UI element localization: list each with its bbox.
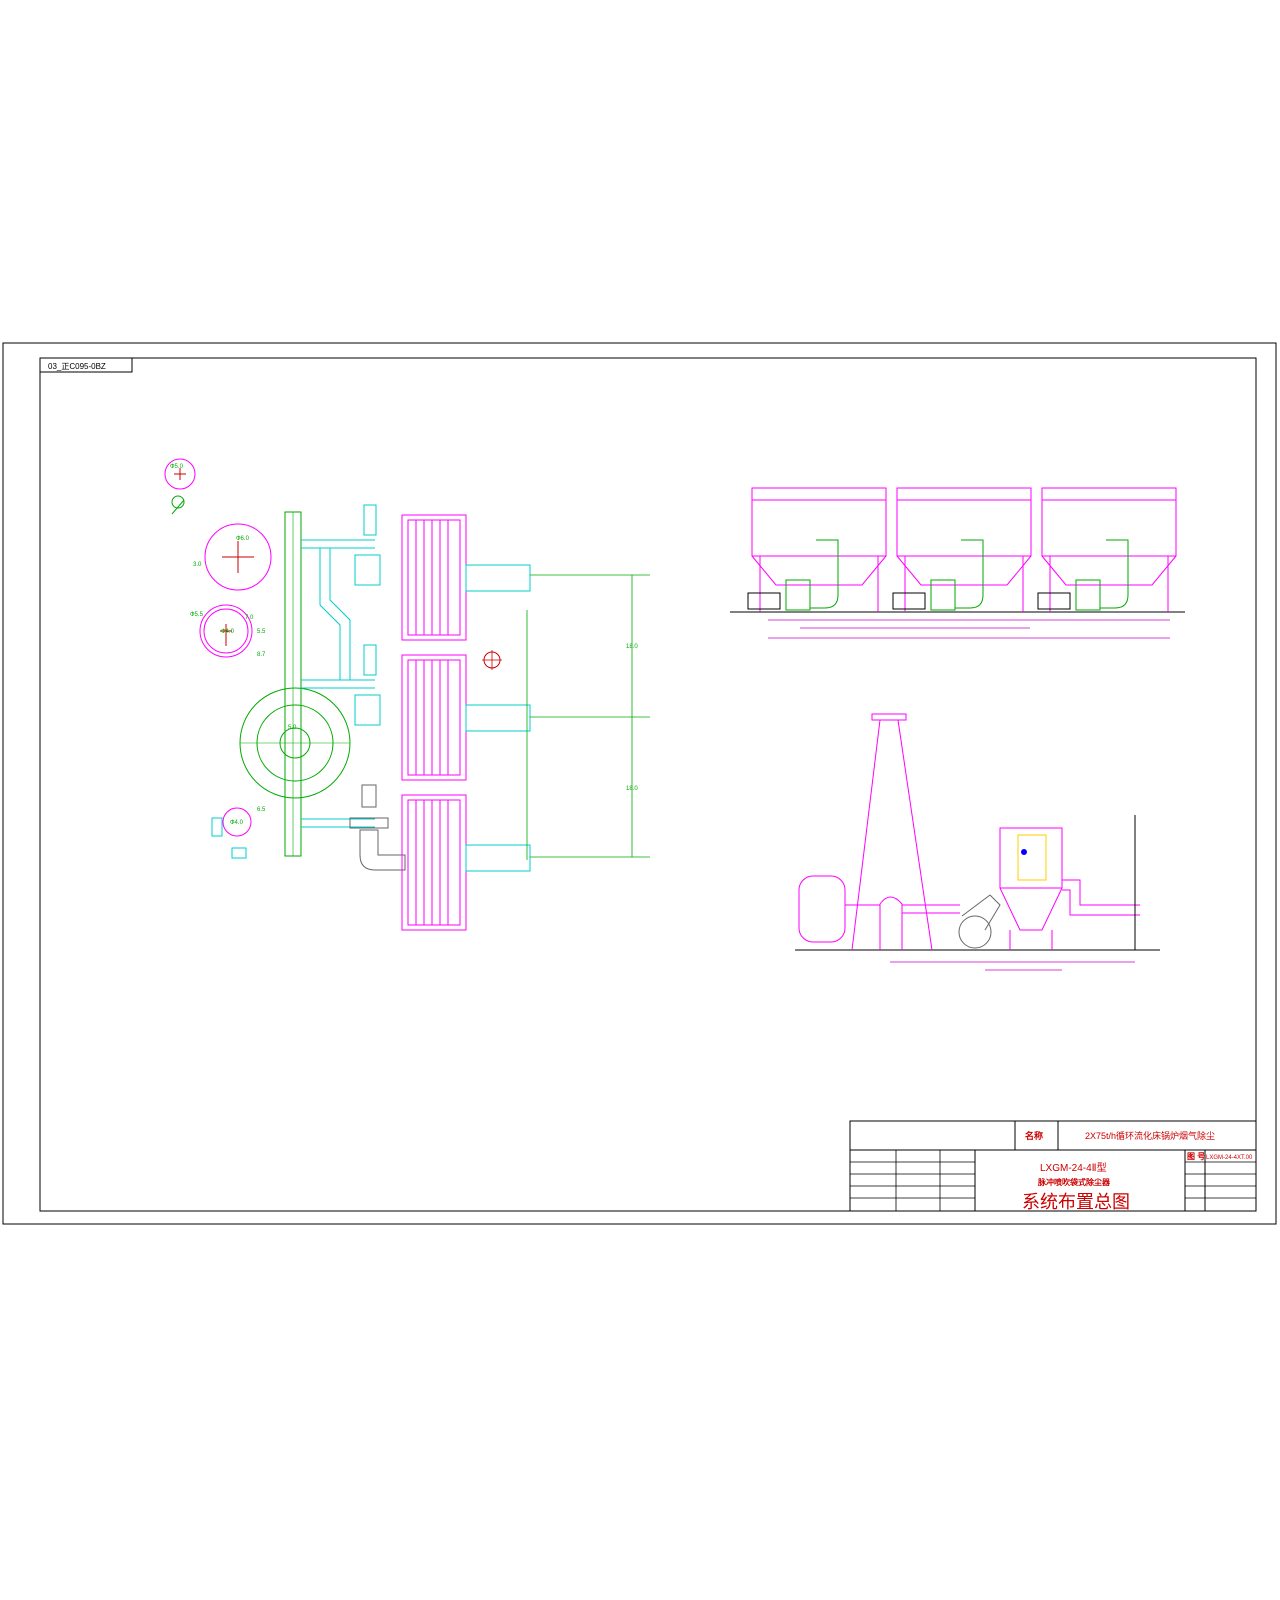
project-title: 2X75t/h循环流化床锅炉烟气除尘	[1085, 1130, 1215, 1141]
dim-d10: Ф4.0	[230, 820, 244, 826]
inner-frame	[39, 357, 1257, 1212]
dim-d3: 3.0	[193, 562, 202, 568]
drawing-number: LXGM-24-4XT.00	[1206, 1155, 1253, 1161]
dim-d5: 7.0	[245, 615, 254, 621]
dim-d11: 6.5	[257, 807, 266, 813]
filter-module-1	[401, 514, 467, 641]
chimney	[851, 713, 933, 951]
model-name: LXGM-24-4Ⅱ型	[1040, 1161, 1107, 1174]
tank	[798, 875, 846, 943]
dim-d9: 5.0	[288, 725, 297, 731]
dim-d7: 5.5	[257, 629, 266, 635]
outer-frame	[2, 342, 1277, 1225]
product-name: 脉冲喷吹袋式除尘器	[1037, 1177, 1111, 1187]
number-label: 图 号	[1187, 1152, 1205, 1161]
filter-module-3	[401, 794, 467, 931]
front-elevation-view	[730, 487, 1185, 639]
drawing-code: 03_正C095-0BZ	[48, 362, 106, 371]
drawing-title: 系统布置总图	[1022, 1192, 1130, 1212]
induced-draft-fan	[958, 894, 1001, 949]
drawing-sheet: 03_正C095-0BZ Ф5.0 Ф6.0 3.0 Ф5.5 7.0 Ф4.0…	[2, 342, 1277, 1225]
dim-d12: 18.0	[626, 644, 638, 650]
dim-d6: Ф4.0	[221, 629, 235, 635]
dim-d13: 18.0	[626, 786, 638, 792]
drawing-code-box: 03_正C095-0BZ	[39, 357, 133, 373]
dim-d2: Ф6.0	[236, 536, 250, 542]
plan-view: Ф5.0 Ф6.0 3.0 Ф5.5 7.0 Ф4.0 5.5 8.7 5.0 …	[164, 458, 650, 931]
filter-unit-side	[999, 827, 1063, 950]
title-block: 名称 2X75t/h循环流化床锅炉烟气除尘 LXGM-24-4Ⅱ型 脉冲喷吹袋式…	[849, 1120, 1257, 1212]
dim-d1: Ф5.0	[170, 464, 184, 470]
name-label: 名称	[1025, 1130, 1043, 1141]
side-elevation-view	[795, 713, 1160, 971]
dim-d8: 8.7	[257, 652, 266, 658]
dim-d4: Ф5.5	[190, 612, 204, 618]
filter-module-2	[401, 654, 467, 781]
